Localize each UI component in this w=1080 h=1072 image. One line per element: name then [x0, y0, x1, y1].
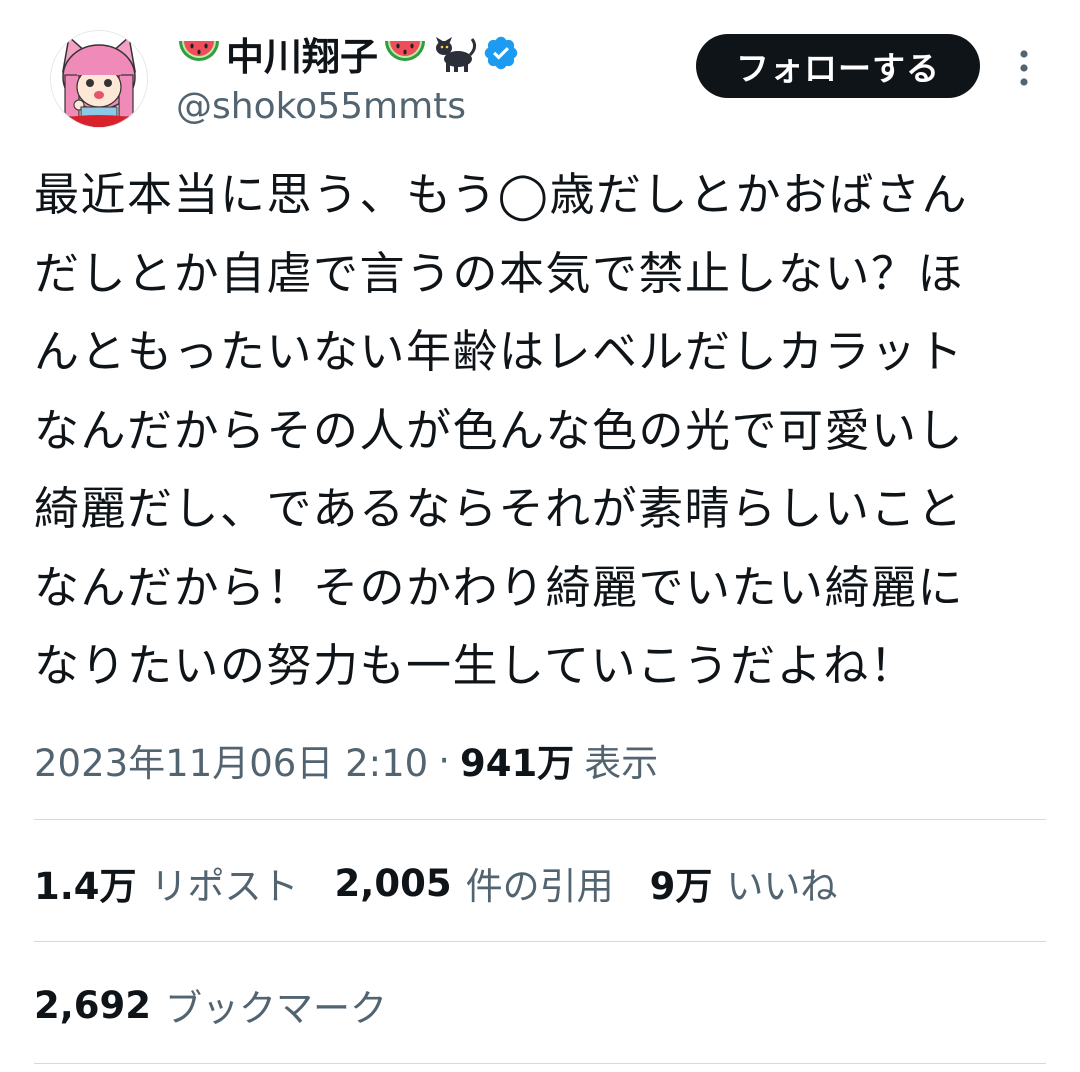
divider — [34, 1063, 1046, 1064]
tweet-meta: 2023年11月06日 2:10 · 941万 表示 — [34, 733, 658, 787]
more-vertical-icon[interactable] — [1016, 48, 1032, 88]
author-names: 中川翔子 @shoko55mmts — [176, 26, 520, 127]
reposts-label: リポスト — [150, 865, 299, 908]
engagement-stats: 1.4万 リポスト 2,005 件の引用 9万 いいね — [34, 856, 873, 910]
reposts-stat[interactable]: 1.4万 リポスト — [34, 856, 299, 910]
display-name: 中川翔子 — [226, 34, 379, 79]
quotes-count: 2,005 — [334, 861, 452, 905]
watermelon-icon — [382, 33, 428, 73]
likes-label: いいね — [726, 865, 838, 908]
tweet-timestamp[interactable]: 2023年11月06日 2:10 — [34, 733, 428, 787]
display-name-row[interactable]: 中川翔子 — [176, 26, 520, 80]
avatar[interactable] — [50, 30, 148, 128]
reposts-count: 1.4万 — [34, 865, 137, 908]
bookmarks-stat: 2,692 ブックマーク — [34, 978, 387, 1032]
avatar-illustration-icon — [51, 31, 147, 127]
author-handle[interactable]: @shoko55mmts — [176, 86, 520, 127]
divider — [34, 941, 1046, 942]
quotes-label: 件の引用 — [465, 865, 614, 908]
likes-count: 9万 — [649, 865, 713, 908]
black-cat-icon — [432, 33, 478, 73]
views-count: 941万 — [459, 742, 575, 785]
meta-separator: · — [438, 738, 450, 782]
likes-stat[interactable]: 9万 いいね — [650, 856, 838, 910]
watermelon-icon — [176, 33, 222, 73]
follow-button[interactable]: フォローする — [696, 34, 980, 98]
bookmarks-label: ブックマーク — [165, 987, 388, 1030]
tweet-header: 中川翔子 @shoko55mmts フォローする — [36, 26, 1046, 136]
divider — [34, 819, 1046, 820]
verified-badge-icon — [482, 34, 520, 72]
views-label: 表示 — [584, 742, 659, 785]
quotes-stat[interactable]: 2,005 件の引用 — [335, 856, 614, 910]
bookmarks-count: 2,692 — [34, 983, 152, 1027]
tweet-text: 最近本当に思う、もう◯歳だしとかおばさん だしとか自虐で言うの本気で禁止しない？… — [34, 168, 969, 692]
